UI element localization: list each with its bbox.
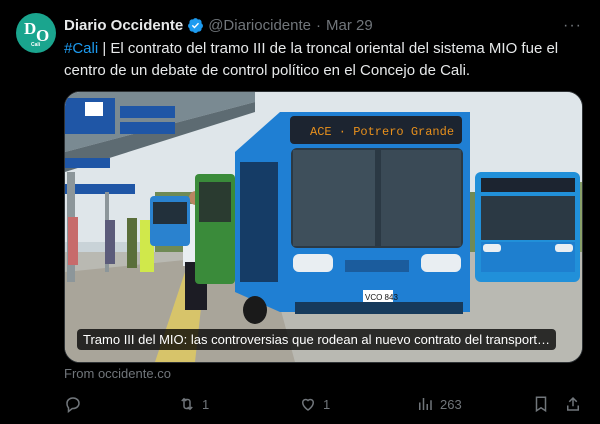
reply-button[interactable] [64, 392, 88, 416]
more-icon[interactable]: ··· [563, 17, 582, 35]
avatar-letter-d: D [24, 19, 37, 38]
avatar[interactable]: D O Cali [16, 13, 56, 53]
handle[interactable]: @Diariocidente [208, 17, 311, 34]
link-source[interactable]: From occidente.co [64, 366, 171, 381]
repost-count: 1 [202, 396, 210, 412]
tweet-body: | El contrato del tramo III de la tronca… [64, 40, 559, 79]
views-count: 263 [440, 396, 462, 412]
like-icon [301, 398, 315, 411]
repost-button[interactable]: 1 [178, 392, 209, 416]
bookmark-icon [535, 396, 547, 413]
views-icon [419, 398, 432, 410]
repost-icon [181, 397, 193, 411]
tweet-date[interactable]: Mar 29 [326, 17, 373, 34]
link-card-caption: Tramo III del MIO: las controversias que… [77, 329, 557, 350]
bus-destination: ACE · Potrero Grande [310, 125, 454, 139]
views-button[interactable]: 263 [416, 392, 462, 416]
tweet-text: #Cali | El contrato del tramo III de la … [64, 38, 580, 82]
like-button[interactable]: 1 [299, 392, 330, 416]
like-count: 1 [323, 396, 331, 412]
hashtag-link[interactable]: #Cali [64, 40, 98, 57]
bus-station-photo: ACE · Potrero Grande VCO 843 [65, 92, 582, 362]
tweet-header: Diario Occidente @Diariocidente · Mar 29 [64, 15, 373, 35]
bookmark-button[interactable] [532, 392, 550, 416]
link-card-image[interactable]: ACE · Potrero Grande VCO 843 Tramo III d… [64, 91, 583, 363]
share-button[interactable] [564, 392, 582, 416]
display-name[interactable]: Diario Occidente [64, 17, 183, 34]
share-icon [567, 396, 579, 411]
license-plate: VCO 843 [365, 293, 398, 302]
reply-icon [66, 397, 80, 413]
avatar-subtext: Cali [31, 42, 41, 48]
separator-dot: · [315, 16, 321, 34]
action-bar: 1 1 263 [64, 392, 586, 416]
verified-badge-icon[interactable] [187, 17, 204, 34]
